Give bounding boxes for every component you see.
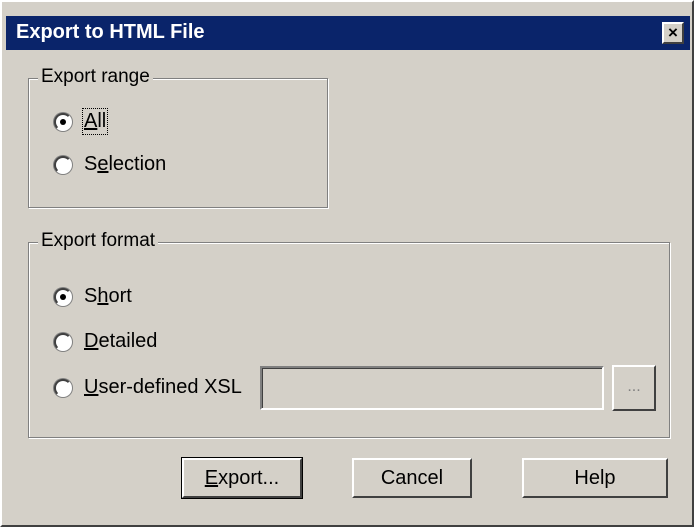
format-xsl-label: User-defined XSL (84, 376, 242, 398)
cancel-label: Cancel (380, 467, 444, 489)
format-short-option[interactable]: Short (54, 285, 132, 308)
range-selection-label: Selection (84, 153, 167, 175)
format-detailed-label: Detailed (84, 330, 158, 352)
range-selection-option[interactable]: Selection (54, 153, 166, 176)
help-label: Help (574, 467, 616, 489)
title-bar[interactable]: Export to HTML File × (6, 16, 690, 50)
format-xsl-radio[interactable] (54, 378, 72, 397)
range-all-label: All (81, 108, 109, 135)
range-all-option[interactable]: All (54, 108, 109, 135)
export-format-legend: Export format (38, 230, 159, 252)
export-range-group: Export range (28, 66, 328, 208)
close-button[interactable]: × (662, 22, 684, 44)
dialog-title: Export to HTML File (16, 21, 205, 43)
ellipsis-icon: ... (627, 378, 641, 395)
format-detailed-radio[interactable] (54, 332, 72, 351)
export-range-legend: Export range (38, 66, 153, 88)
export-button[interactable]: Export... (181, 457, 303, 499)
format-short-label: Short (84, 285, 132, 307)
help-button[interactable]: Help (522, 458, 668, 498)
format-xsl-option[interactable]: User-defined XSL (54, 376, 242, 399)
range-selection-radio[interactable] (54, 155, 72, 174)
format-short-radio[interactable] (54, 287, 72, 306)
range-all-radio[interactable] (54, 112, 72, 131)
export-html-dialog: Export to HTML File × Export range All S… (0, 0, 694, 527)
cancel-button[interactable]: Cancel (352, 458, 472, 498)
browse-xsl-button[interactable]: ... (612, 365, 656, 411)
close-icon: × (668, 23, 678, 42)
format-detailed-option[interactable]: Detailed (54, 330, 157, 353)
xsl-path-field[interactable] (260, 366, 604, 410)
